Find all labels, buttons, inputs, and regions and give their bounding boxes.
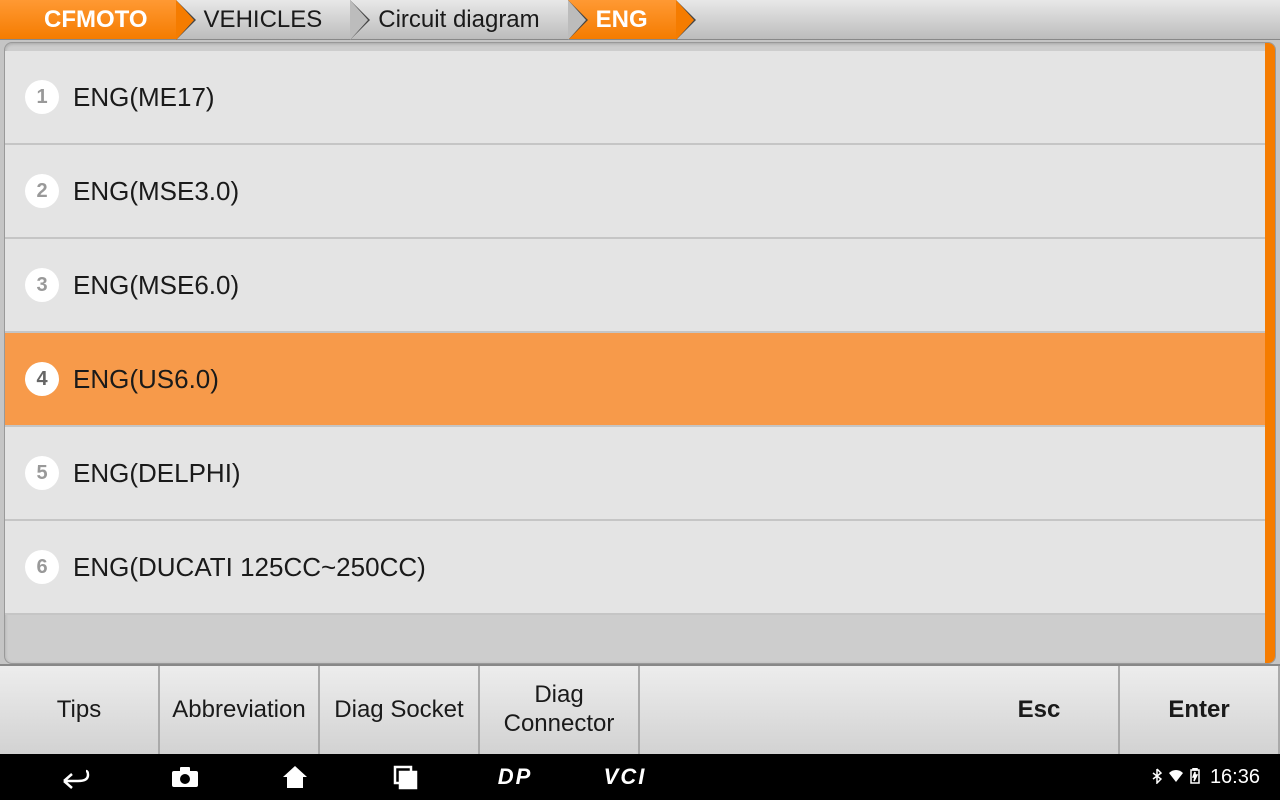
list-item[interactable]: 5 ENG(DELPHI) [5,427,1265,521]
item-number-badge: 2 [25,174,59,208]
bluetooth-icon [1152,768,1162,787]
battery-icon [1190,768,1200,787]
item-label: ENG(MSE3.0) [73,176,239,207]
button-bar: Tips Abbreviation Diag Socket Diag Conne… [0,664,1280,754]
back-icon[interactable] [20,765,130,789]
esc-button[interactable]: Esc [960,666,1120,754]
item-number-badge: 3 [25,268,59,302]
scrollbar[interactable] [1265,43,1275,663]
crumb-cfmoto[interactable]: CFMOTO [0,0,176,39]
home-icon[interactable] [240,764,350,790]
list-item[interactable]: 3 ENG(MSE6.0) [5,239,1265,333]
item-label: ENG(US6.0) [73,364,219,395]
item-label: ENG(DELPHI) [73,458,241,489]
list-item[interactable]: 1 ENG(ME17) [5,51,1265,145]
android-navbar: DP VCI 16:36 [0,754,1280,800]
list-item[interactable]: 2 ENG(MSE3.0) [5,145,1265,239]
list-item[interactable]: 4 ENG(US6.0) [5,333,1265,427]
abbreviation-button[interactable]: Abbreviation [160,666,320,754]
tips-button[interactable]: Tips [0,666,160,754]
vci-icon[interactable]: VCI [570,764,680,790]
content-panel: 1 ENG(ME17) 2 ENG(MSE3.0) 3 ENG(MSE6.0) … [4,42,1276,664]
recent-apps-icon[interactable] [350,764,460,790]
diag-socket-button[interactable]: Diag Socket [320,666,480,754]
camera-icon[interactable] [130,765,240,789]
item-label: ENG(ME17) [73,82,215,113]
item-label: ENG(MSE6.0) [73,270,239,301]
diag-connector-button[interactable]: Diag Connector [480,666,640,754]
clock: 16:36 [1210,766,1260,789]
status-bar: 16:36 [1152,766,1260,789]
item-label: ENG(DUCATI 125CC~250CC) [73,552,426,583]
enter-button[interactable]: Enter [1120,666,1280,754]
breadcrumb: CFMOTO VEHICLES Circuit diagram ENG [0,0,1280,40]
item-number-badge: 1 [25,80,59,114]
dp-icon[interactable]: DP [460,764,570,790]
item-number-badge: 5 [25,456,59,490]
menu-list: 1 ENG(ME17) 2 ENG(MSE3.0) 3 ENG(MSE6.0) … [5,43,1265,663]
list-item[interactable]: 6 ENG(DUCATI 125CC~250CC) [5,521,1265,615]
wifi-icon [1168,769,1184,786]
button-spacer [640,666,960,754]
item-number-badge: 4 [25,362,59,396]
item-number-badge: 6 [25,550,59,584]
crumb-vehicles[interactable]: VEHICLES [176,0,351,39]
crumb-circuit-diagram[interactable]: Circuit diagram [350,0,567,39]
